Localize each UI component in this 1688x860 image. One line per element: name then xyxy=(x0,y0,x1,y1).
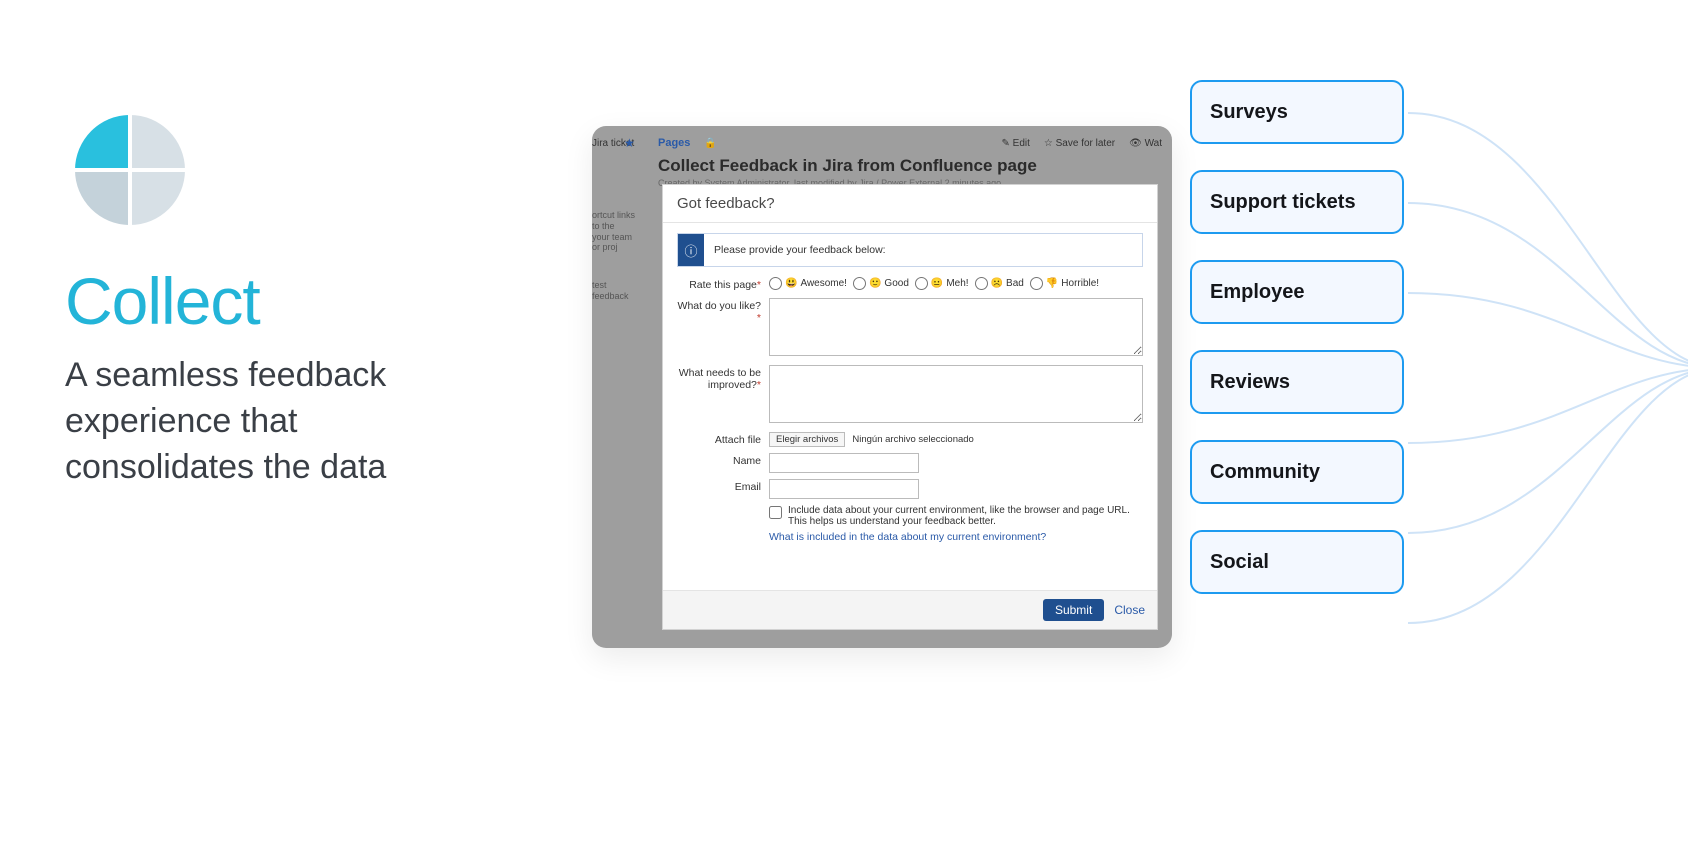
include-env-text: Include data about your current environm… xyxy=(788,505,1143,527)
watch-button[interactable]: 👁 Wat xyxy=(1129,138,1162,149)
improve-label: What needs to be improved?* xyxy=(677,365,769,392)
sidebar-text-b: test feedback xyxy=(592,280,640,302)
like-textarea[interactable] xyxy=(769,298,1143,356)
rating-label: Awesome! xyxy=(800,278,847,289)
curve-lines-icon xyxy=(1400,68,1688,668)
star-icon: ★ xyxy=(624,136,635,150)
rating-options: 😃Awesome! 🙂Good 😐Meh! ☹️Bad 👎Horrible! xyxy=(769,277,1143,290)
email-label: Email xyxy=(677,479,769,494)
rating-label: Bad xyxy=(1006,278,1024,289)
like-label: What do you like?* xyxy=(677,298,769,325)
source-card: Reviews xyxy=(1190,350,1404,414)
rate-label: Rate this page* xyxy=(677,277,769,292)
name-label: Name xyxy=(677,453,769,468)
include-env-checkbox[interactable] xyxy=(769,506,782,519)
feedback-dialog: Got feedback? ⓘ Please provide your feed… xyxy=(662,184,1158,630)
rating-label: Good xyxy=(884,278,908,289)
dialog-title: Got feedback? xyxy=(663,185,1157,223)
rating-option[interactable]: 👎Horrible! xyxy=(1030,277,1099,290)
improve-textarea[interactable] xyxy=(769,365,1143,423)
hero-title: Collect xyxy=(65,263,495,339)
rating-emoji-icon: 😃 xyxy=(785,278,797,289)
info-banner: ⓘ Please provide your feedback below: xyxy=(677,233,1143,267)
hero: Collect A seamless feedback experience t… xyxy=(65,105,495,491)
confluence-sidebar-snippet: Jira ticket ★ ortcut links to the your t… xyxy=(592,126,640,648)
pages-breadcrumb[interactable]: Pages xyxy=(658,137,690,149)
rating-emoji-icon: 🙂 xyxy=(869,278,881,289)
email-input[interactable] xyxy=(769,479,919,499)
source-card: Support tickets xyxy=(1190,170,1404,234)
feedback-screenshot: Jira ticket ★ ortcut links to the your t… xyxy=(592,126,1172,648)
rating-radio[interactable] xyxy=(1030,277,1043,290)
edit-button[interactable]: ✎ Edit xyxy=(1002,138,1030,149)
rating-option[interactable]: 🙂Good xyxy=(853,277,909,290)
env-info-link[interactable]: What is included in the data about my cu… xyxy=(769,531,1046,543)
rating-emoji-icon: 👎 xyxy=(1046,278,1058,289)
submit-button[interactable]: Submit xyxy=(1043,599,1104,621)
rating-label: Meh! xyxy=(946,278,968,289)
source-cards: Surveys Support tickets Employee Reviews Com… xyxy=(1190,80,1404,594)
rating-radio[interactable] xyxy=(853,277,866,290)
rating-emoji-icon: 😐 xyxy=(931,278,943,289)
attach-label: Attach file xyxy=(677,432,769,447)
source-card: Community xyxy=(1190,440,1404,504)
rating-option[interactable]: ☹️Bad xyxy=(975,277,1024,290)
close-button[interactable]: Close xyxy=(1114,599,1145,621)
no-file-text: Ningún archivo seleccionado xyxy=(852,434,973,445)
lock-icon: 🔒 xyxy=(704,138,716,149)
confluence-page-title: Collect Feedback in Jira from Confluence… xyxy=(658,156,1162,176)
rating-option[interactable]: 😐Meh! xyxy=(915,277,969,290)
info-icon: ⓘ xyxy=(678,234,704,266)
save-for-later-button[interactable]: ☆ Save for later xyxy=(1044,138,1115,149)
info-text: Please provide your feedback below: xyxy=(704,234,896,266)
rating-label: Horrible! xyxy=(1061,278,1099,289)
collect-logo-icon xyxy=(65,105,195,235)
source-card: Social xyxy=(1190,530,1404,594)
choose-files-button[interactable]: Elegir archivos xyxy=(769,432,845,447)
source-card: Surveys xyxy=(1190,80,1404,144)
source-card: Employee xyxy=(1190,260,1404,324)
rating-option[interactable]: 😃Awesome! xyxy=(769,277,847,290)
rating-radio[interactable] xyxy=(915,277,928,290)
rating-radio[interactable] xyxy=(975,277,988,290)
hero-subtitle: A seamless feedback experience that cons… xyxy=(65,353,495,491)
sidebar-text-a: ortcut links to the your team or proj xyxy=(592,210,640,253)
rating-emoji-icon: ☹️ xyxy=(991,278,1003,289)
rating-radio[interactable] xyxy=(769,277,782,290)
name-input[interactable] xyxy=(769,453,919,473)
